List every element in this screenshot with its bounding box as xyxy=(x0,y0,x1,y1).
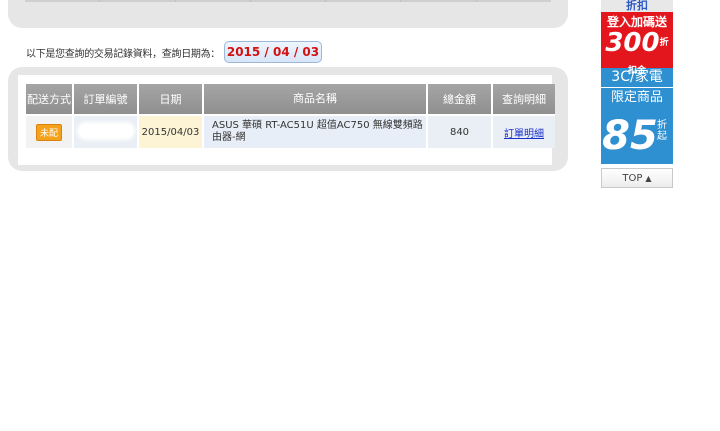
cell-detail: 訂單明細 xyxy=(493,114,555,148)
cell-product-name: ASUS 華碩 RT-AC51U 超值AC750 無線雙頻路由器-網 xyxy=(204,114,426,148)
ad-85-number: 85 xyxy=(602,113,658,159)
table-row: 未配 2015/04/03 ASUS 華碩 RT-AC51U 超值AC750 無… xyxy=(26,114,555,148)
orders-table: 配送方式 訂單編號 日期 商品名稱 總金額 查詢明細 未配 2015/04/03… xyxy=(24,84,557,148)
orders-panel: 配送方式 訂單編號 日期 商品名稱 總金額 查詢明細 未配 2015/04/03… xyxy=(8,67,568,171)
ad-banner-login-bonus[interactable]: 登入加碼送 300折扣金 xyxy=(601,12,673,76)
ad-banner-discount[interactable]: 折扣 xyxy=(601,0,673,12)
order-detail-link[interactable]: 訂單明細 xyxy=(504,129,544,140)
ad-3c-subtitle: 限定商品 xyxy=(610,90,663,105)
header-total: 總金額 xyxy=(428,84,491,114)
table-header-row: 配送方式 訂單編號 日期 商品名稱 總金額 查詢明細 xyxy=(26,84,555,114)
cell-date: 2015/04/03 xyxy=(139,114,202,148)
header-order-number: 訂單編號 xyxy=(74,84,137,114)
caret-up-icon: ▲ xyxy=(645,173,652,183)
top-label: TOP xyxy=(622,172,643,184)
query-date: 2015 / 04 / 03 xyxy=(224,41,322,63)
redacted-order-number xyxy=(78,123,133,138)
previous-table-row xyxy=(25,0,551,2)
back-to-top-button[interactable]: TOP ▲ xyxy=(601,168,673,188)
previous-panel xyxy=(8,0,568,28)
cell-shipping: 未配 xyxy=(26,114,72,148)
ad-login-text: 登入加碼送 xyxy=(606,15,667,29)
ad-banner-85-off[interactable]: 85 折起 xyxy=(601,108,673,164)
ad-3c-title: 3C/家電 xyxy=(601,68,673,88)
header-date: 日期 xyxy=(139,84,202,114)
ad-banner-3c[interactable]: 3C/家電 限定商品 xyxy=(601,68,673,108)
header-product-name: 商品名稱 xyxy=(204,84,426,114)
header-shipping: 配送方式 xyxy=(26,84,72,114)
ad-sidebar: 折扣 登入加碼送 300折扣金 3C/家電 限定商品 85 折起 TOP ▲ xyxy=(601,0,673,188)
status-badge: 未配 xyxy=(35,123,62,141)
header-detail: 查詢明細 xyxy=(493,84,555,114)
cell-total: 840 xyxy=(428,114,491,148)
ad-85-unit: 折起 xyxy=(657,120,667,142)
cell-order-number xyxy=(74,114,137,148)
query-label: 以下是您查詢的交易記錄資料，查詢日期為： xyxy=(26,48,220,60)
query-info: 以下是您查詢的交易記錄資料，查詢日期為： 2015 / 04 / 03 xyxy=(26,41,322,63)
